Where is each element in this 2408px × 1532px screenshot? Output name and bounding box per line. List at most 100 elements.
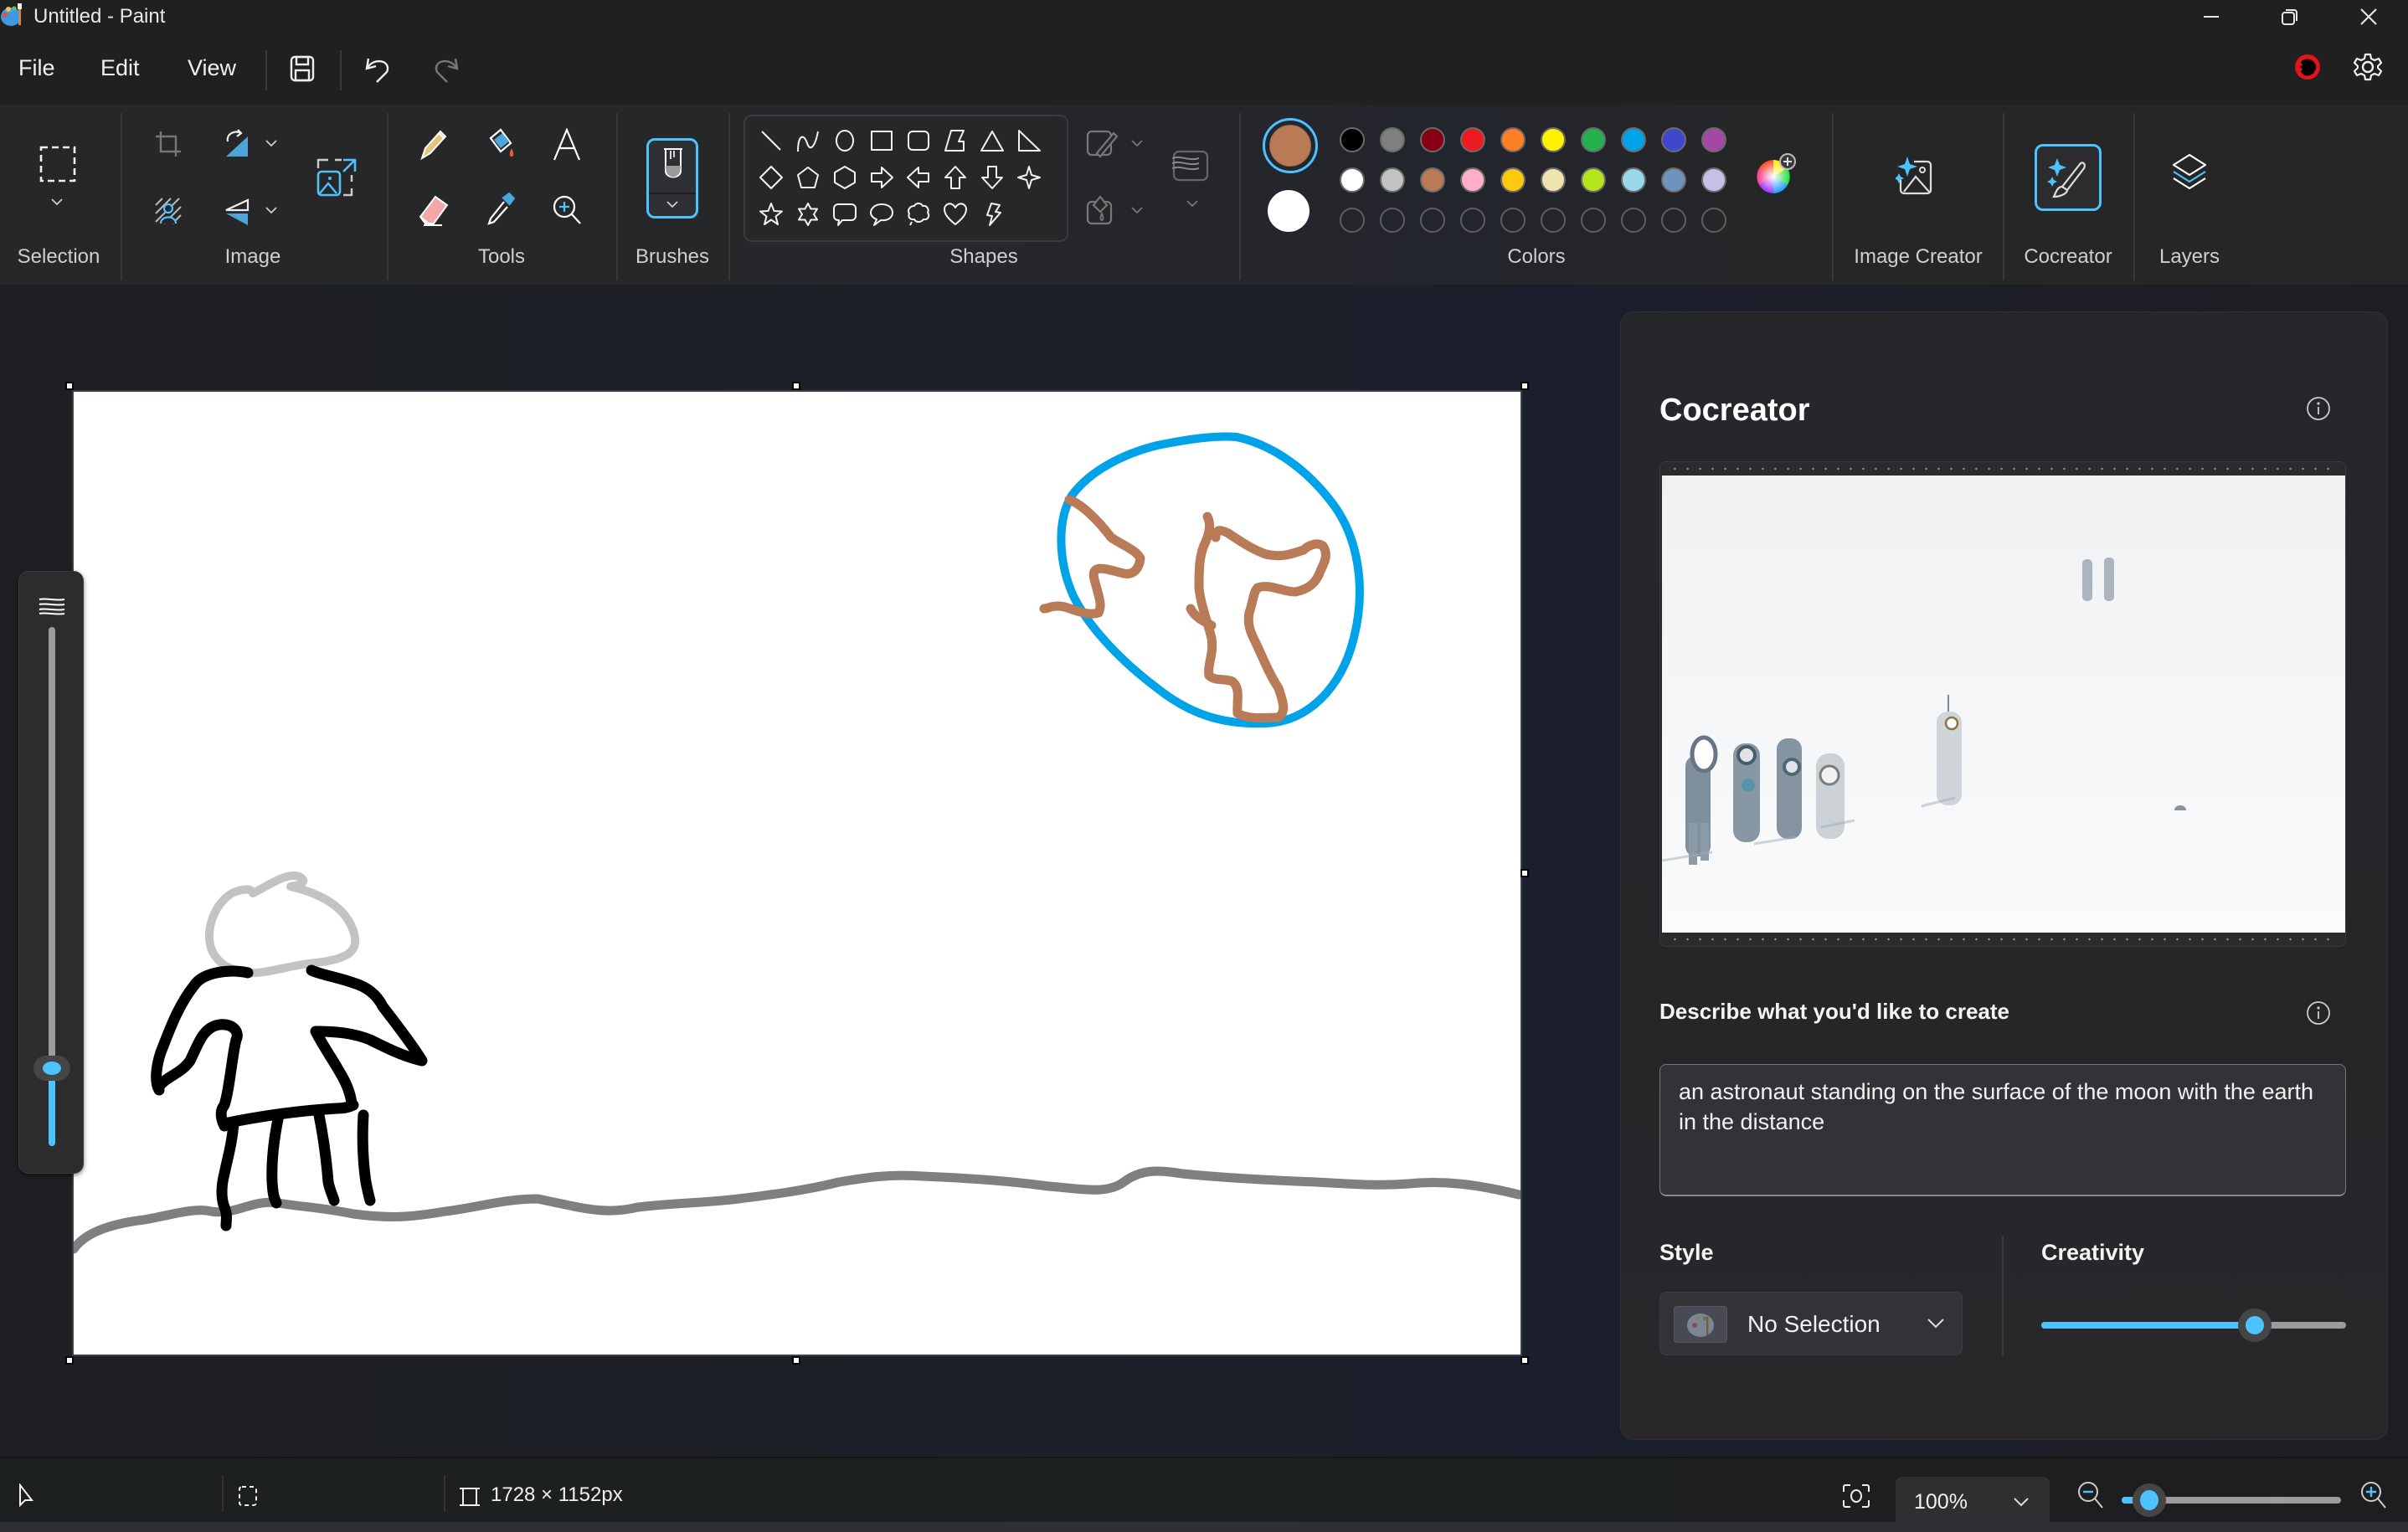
menu-file[interactable]: File [18,55,55,81]
style-dropdown[interactable]: No Selection [1659,1292,1963,1355]
custom-color-slot[interactable] [1460,208,1485,233]
color-swatch[interactable] [1581,127,1606,152]
shape-oval-callout-icon[interactable] [870,203,893,226]
brush-size-track[interactable] [33,627,70,1146]
resize-handle-top-right[interactable] [1520,382,1529,390]
account-avatar[interactable] [2294,54,2321,80]
gear-icon[interactable] [2353,52,2383,82]
shape-outline-icon[interactable] [1085,128,1119,158]
custom-color-slot[interactable] [1661,208,1686,233]
text-tool-icon[interactable] [551,128,583,162]
menu-edit[interactable]: Edit [100,55,140,81]
shape-right-arrow-icon[interactable] [871,167,893,188]
zoom-slider-thumb[interactable] [2133,1483,2167,1517]
color-swatch[interactable] [1380,167,1405,193]
resize-handle-top-left[interactable] [65,382,74,390]
chevron-down-icon[interactable] [265,205,278,215]
shape-four-point-star-icon[interactable] [1017,166,1041,189]
chevron-down-icon[interactable] [1130,138,1144,148]
shape-up-arrow-icon[interactable] [944,166,966,189]
generated-image-preview[interactable] [1659,461,2346,947]
shape-rounded-callout-icon[interactable] [833,203,857,226]
shape-rectangle-icon[interactable] [871,131,893,151]
color-picker-icon[interactable] [484,192,517,227]
color-swatch[interactable] [1661,167,1686,193]
cocreator-button[interactable]: Cocreator [2004,105,2132,285]
zoom-dropdown[interactable]: 100% [1896,1477,2050,1527]
shape-line-icon[interactable] [761,131,781,151]
eraser-icon[interactable] [417,193,450,227]
restore-button[interactable] [2252,0,2328,33]
shape-heart-icon[interactable] [944,203,967,225]
custom-color-slot[interactable] [1621,208,1646,233]
close-button[interactable] [2331,0,2406,33]
color-swatch[interactable] [1581,167,1606,193]
chevron-down-icon[interactable] [1130,205,1144,215]
custom-color-slot[interactable] [1581,208,1606,233]
shape-curve-icon[interactable] [797,131,819,152]
shape-cloud-callout-icon[interactable] [907,203,930,226]
custom-color-slot[interactable] [1340,208,1365,233]
resize-handle-bottom[interactable] [792,1356,800,1365]
color-swatch[interactable] [1621,127,1646,152]
minimize-button[interactable] [2174,0,2249,33]
info-icon[interactable] [2306,396,2331,421]
color-swatch[interactable] [1500,167,1526,193]
shape-left-arrow-icon[interactable] [907,167,929,188]
drawing-canvas[interactable] [72,390,1522,1356]
color-swatch[interactable] [1420,127,1445,152]
shape-hexagon-icon[interactable] [834,166,856,189]
color-swatch[interactable] [1460,127,1485,152]
chevron-down-icon[interactable] [265,138,278,148]
shape-oval-icon[interactable] [836,130,854,152]
shape-rounded-rectangle-icon[interactable] [908,131,929,151]
pencil-icon[interactable] [417,128,450,162]
color-swatch[interactable] [1460,167,1485,193]
menu-view[interactable]: View [188,55,236,81]
resize-handle-right[interactable] [1520,869,1529,877]
crop-icon[interactable] [154,130,183,158]
color-swatch[interactable] [1340,167,1365,193]
color-swatch[interactable] [1420,167,1445,193]
color-swatch[interactable] [1701,127,1726,152]
shape-pentagon-icon[interactable] [797,167,819,188]
creativity-thumb[interactable] [2237,1308,2272,1342]
custom-color-slot[interactable] [1420,208,1445,233]
color-swatch[interactable] [1701,167,1726,193]
undo-icon[interactable] [362,52,395,85]
shape-polygon-icon[interactable] [944,130,965,152]
image-creator-button[interactable]: Image Creator [1834,105,2003,285]
chevron-down-icon[interactable] [1186,198,1199,208]
magnifier-icon[interactable] [551,193,583,227]
secondary-color-swatch[interactable] [1268,190,1309,232]
save-icon[interactable] [288,54,318,84]
shape-six-point-star-icon[interactable] [798,203,818,226]
info-icon[interactable] [2306,1000,2331,1026]
resize-handle-bottom-right[interactable] [1520,1356,1529,1365]
zoom-in-icon[interactable] [2359,1480,2388,1510]
shape-diamond-icon[interactable] [759,166,783,189]
chevron-down-icon[interactable] [50,197,64,207]
color-swatch[interactable] [1500,127,1526,152]
redo-icon[interactable] [429,52,462,85]
color-swatch[interactable] [1621,167,1646,193]
shape-right-triangle-icon[interactable] [1018,130,1041,152]
shape-down-arrow-icon[interactable] [981,166,1003,189]
custom-color-slot[interactable] [1541,208,1566,233]
brush-size-thumb[interactable] [33,1056,70,1081]
rotate-icon[interactable] [223,128,253,158]
shape-triangle-icon[interactable] [980,131,1004,152]
flip-icon[interactable] [223,197,253,227]
color-swatch[interactable] [1661,127,1686,152]
brushes-button[interactable] [646,138,698,218]
color-swatch[interactable] [1541,127,1566,152]
color-swatch[interactable] [1340,127,1365,152]
layers-button[interactable]: Layers [2135,105,2244,285]
zoom-out-icon[interactable] [2076,1480,2105,1510]
shape-lightning-icon[interactable] [986,203,1001,226]
fit-to-window-icon[interactable] [1842,1483,1870,1509]
creativity-slider[interactable] [2041,1308,2346,1342]
shape-five-point-star-icon[interactable] [759,203,783,225]
resize-handle-bottom-left[interactable] [65,1356,74,1365]
primary-color-selector[interactable] [1263,118,1318,173]
